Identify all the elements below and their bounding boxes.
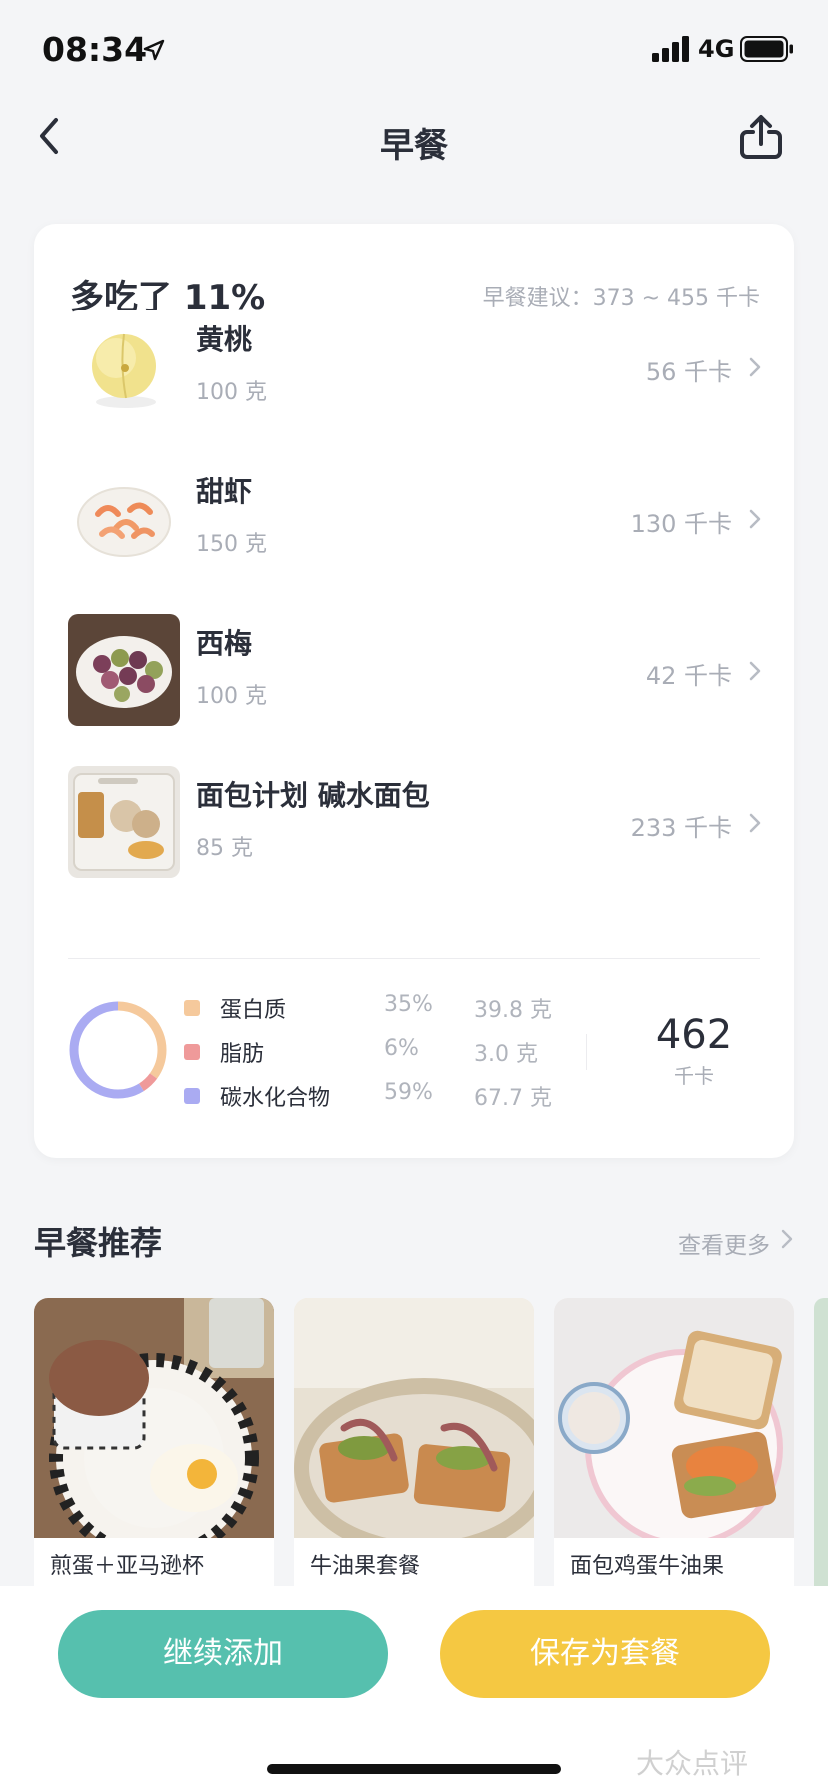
signal-bars-icon	[652, 36, 689, 62]
home-indicator[interactable]	[267, 1764, 561, 1774]
macro-percent: 35%	[384, 992, 433, 1017]
total-calories: 462	[655, 1012, 733, 1058]
food-name: 甜虾	[196, 475, 253, 508]
section-title-recommend: 早餐推荐	[34, 1224, 163, 1262]
status-bar: 08:34 4G	[0, 0, 828, 100]
macro-name: 蛋白质	[220, 998, 287, 1023]
macro-amount: 3.0 克	[474, 1042, 538, 1067]
macro-name: 碳水化合物	[220, 1086, 331, 1111]
macro-row-protein: 蛋白质 35% 39.8 克	[184, 990, 564, 1030]
macro-amount: 67.7 克	[474, 1086, 552, 1111]
recommend-card-avocado[interactable]: 牛油果套餐	[294, 1298, 534, 1598]
food-weight: 100 克	[196, 684, 267, 709]
recommend-card-fried-egg[interactable]: 煎蛋＋亚马逊杯	[34, 1298, 274, 1598]
food-weight: 85 克	[196, 836, 253, 861]
total-calories-unit: 千卡	[674, 1064, 714, 1088]
macro-ring-chart	[69, 1001, 167, 1099]
network-label: 4G	[698, 35, 735, 63]
avocado-toast-photo	[294, 1298, 534, 1538]
macro-percent: 59%	[384, 1080, 433, 1105]
bread-egg-avocado-sandwich-photo	[554, 1298, 794, 1538]
yellow-peach-photo	[68, 310, 180, 422]
macro-dot	[184, 1088, 200, 1104]
prune-plate-photo	[68, 614, 180, 726]
pretzel-bread-package-photo	[68, 766, 180, 878]
food-calories: 130 千卡	[630, 510, 732, 538]
food-name: 西梅	[196, 627, 253, 660]
recommend-name: 面包鸡蛋牛油果	[570, 1554, 725, 1579]
chevron-right-icon	[749, 661, 761, 681]
sweet-shrimp-photo	[68, 462, 180, 574]
food-item-yellow-peach[interactable]: 黄桃 100 克 56 千卡	[34, 310, 794, 426]
battery-icon	[740, 36, 793, 62]
food-calories: 233 千卡	[630, 814, 732, 842]
status-time: 08:34	[42, 30, 148, 69]
recommend-name: 牛油果套餐	[310, 1554, 421, 1579]
food-weight: 100 克	[196, 380, 267, 405]
macro-dot	[184, 1044, 200, 1060]
macro-percent: 6%	[384, 1036, 419, 1061]
food-weight: 150 克	[196, 532, 267, 557]
location-arrow-icon	[143, 39, 165, 61]
save-as-set-button[interactable]: 保存为套餐	[440, 1610, 770, 1698]
watermark: 大众点评	[636, 1747, 749, 1780]
page-title: 早餐	[380, 126, 448, 166]
calorie-advice: 早餐建议：373 ~ 455 千卡	[482, 286, 760, 311]
macro-row-carbs: 碳水化合物 59% 67.7 克	[184, 1078, 564, 1118]
see-more-link[interactable]: 查看更多	[678, 1226, 770, 1260]
chevron-right-icon[interactable]	[780, 1228, 794, 1250]
food-name: 面包计划 碱水面包	[196, 779, 430, 812]
food-item-prune[interactable]: 西梅 100 克 42 千卡	[34, 614, 794, 730]
recommend-name: 煎蛋＋亚马逊杯	[50, 1554, 205, 1579]
continue-add-button[interactable]: 继续添加	[58, 1610, 388, 1698]
macro-amount: 39.8 克	[474, 998, 552, 1023]
food-calories: 42 千卡	[645, 662, 732, 690]
see-more-label: 查看更多	[678, 1233, 770, 1259]
fried-egg-muffin-photo	[34, 1298, 274, 1538]
divider-vertical	[586, 1034, 587, 1070]
food-name: 黄桃	[196, 323, 253, 356]
macro-row-fat: 脂肪 6% 3.0 克	[184, 1034, 564, 1074]
chevron-right-icon	[749, 813, 761, 833]
recommend-card-peek[interactable]	[814, 1298, 828, 1598]
food-item-sweet-shrimp[interactable]: 甜虾 150 克 130 千卡	[34, 462, 794, 578]
divider	[68, 958, 760, 959]
chevron-right-icon	[749, 357, 761, 377]
recommend-card-bread-egg[interactable]: 面包鸡蛋牛油果	[554, 1298, 794, 1598]
macro-name: 脂肪	[220, 1042, 265, 1067]
food-item-pretzel-bread[interactable]: 面包计划 碱水面包 85 克 233 千卡	[34, 766, 794, 882]
chevron-right-icon	[749, 509, 761, 529]
meal-summary-card: 多吃了 11% 早餐建议：373 ~ 455 千卡 黄桃 100 克 56 千卡…	[34, 224, 794, 1158]
share-upload-icon[interactable]	[736, 112, 786, 162]
food-calories: 56 千卡	[645, 358, 732, 386]
macro-dot	[184, 1000, 200, 1016]
